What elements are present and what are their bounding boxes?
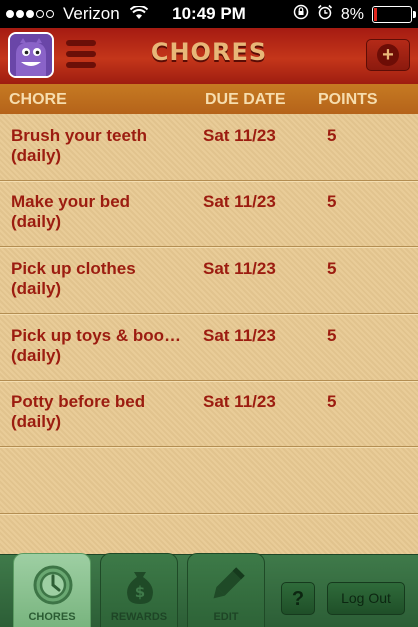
chore-title: Make your bed	[11, 192, 131, 211]
chore-frequency: (daily)	[11, 412, 62, 431]
column-points: POINTS	[318, 91, 378, 108]
chore-points: 5	[327, 259, 337, 278]
chore-list[interactable]: Brush your teeth (daily) Sat 11/23 5 Mak…	[0, 114, 418, 554]
column-chore: CHORE	[9, 91, 67, 108]
chore-frequency: (daily)	[11, 346, 62, 365]
chore-title: Potty before bed	[11, 392, 146, 411]
money-bag-icon: $	[120, 564, 160, 606]
bottom-tab-bar: CHORES $ REWARDS EDIT ? Log Out	[0, 553, 418, 627]
orientation-lock-icon	[293, 4, 309, 25]
chore-row[interactable]: Potty before bed (daily) Sat 11/23 5	[0, 380, 418, 447]
tab-label: EDIT	[213, 611, 239, 623]
page-title: CHORES	[150, 38, 268, 66]
column-header: CHORE DUE DATE POINTS	[0, 84, 418, 114]
chore-due-date: Sat 11/23	[203, 392, 276, 411]
chore-title: Pick up toys & boo…	[11, 326, 182, 345]
clock-icon	[33, 564, 73, 606]
chore-frequency: (daily)	[11, 146, 62, 165]
chore-points: 5	[327, 326, 337, 345]
tab-edit[interactable]: EDIT	[187, 553, 265, 627]
chore-name: Pick up clothes (daily)	[11, 259, 197, 299]
tab-label: CHORES	[28, 611, 76, 623]
battery-level-fill	[374, 8, 377, 21]
chore-points: 5	[327, 192, 337, 211]
battery-percent: 8%	[340, 5, 364, 23]
chore-row[interactable]: Pick up clothes (daily) Sat 11/23 5	[0, 247, 418, 314]
help-button[interactable]: ?	[281, 582, 315, 615]
chore-title: Brush your teeth	[11, 126, 148, 145]
pencil-icon	[207, 564, 247, 606]
svg-text:$: $	[135, 583, 145, 601]
tab-rewards[interactable]: $ REWARDS	[100, 553, 178, 627]
chore-name: Make your bed (daily)	[11, 192, 197, 232]
logout-button[interactable]: Log Out	[327, 582, 405, 615]
tab-label: REWARDS	[110, 611, 168, 623]
column-due-date: DUE DATE	[205, 91, 286, 108]
chore-name: Potty before bed (daily)	[11, 392, 197, 432]
chore-points: 5	[327, 126, 337, 145]
chore-title: Pick up clothes	[11, 259, 136, 278]
chore-due-date: Sat 11/23	[203, 192, 276, 211]
chore-name: Pick up toys & boo… (daily)	[11, 326, 197, 366]
chore-row[interactable]: Brush your teeth (daily) Sat 11/23 5	[0, 114, 418, 181]
chore-frequency: (daily)	[11, 279, 62, 298]
tab-chores[interactable]: CHORES	[13, 553, 91, 627]
chore-due-date: Sat 11/23	[203, 126, 276, 145]
plus-icon: +	[377, 44, 399, 66]
chore-name: Brush your teeth (daily)	[11, 126, 197, 166]
chore-frequency: (daily)	[11, 212, 62, 231]
status-bar: Verizon 10:49 PM 8%	[0, 0, 418, 28]
status-right: 8%	[293, 4, 416, 25]
alarm-icon	[317, 4, 333, 25]
add-chore-button[interactable]: +	[366, 39, 410, 71]
chore-due-date: Sat 11/23	[203, 259, 276, 278]
chore-row[interactable]: Make your bed (daily) Sat 11/23 5	[0, 180, 418, 247]
chore-points: 5	[327, 392, 337, 411]
chore-due-date: Sat 11/23	[203, 326, 276, 345]
app-header: CHORES +	[0, 28, 418, 84]
battery-icon	[372, 6, 416, 23]
chore-row[interactable]: Pick up toys & boo… (daily) Sat 11/23 5	[0, 314, 418, 381]
empty-row	[0, 447, 418, 514]
